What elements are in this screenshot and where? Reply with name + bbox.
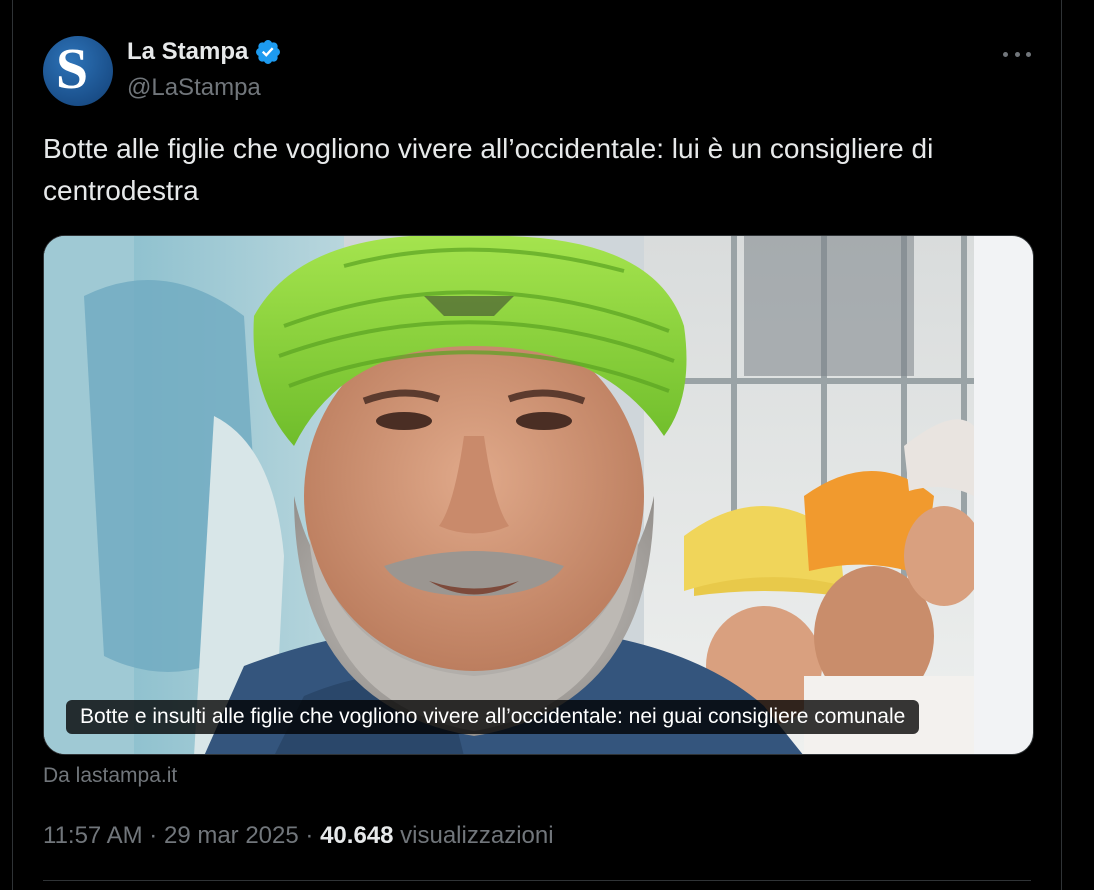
tweet-time[interactable]: 11:57 AM: [43, 822, 143, 849]
divider: [43, 880, 1031, 881]
more-dot: [1014, 51, 1020, 57]
author-name-row: La Stampa: [127, 36, 282, 68]
card-caption: Botte e insulti alle figlie che vogliono…: [66, 700, 920, 734]
meta-separator: ·: [305, 822, 314, 849]
author-display-name[interactable]: La Stampa: [127, 36, 248, 68]
avatar[interactable]: S: [43, 36, 113, 106]
author-handle[interactable]: @LaStampa: [127, 72, 261, 104]
more-dots-icon[interactable]: [1003, 44, 1031, 64]
verified-badge-icon[interactable]: [254, 38, 282, 66]
tweet-container: S La Stampa @LaStampa Botte alle figlie …: [12, 0, 1062, 890]
card-image: [44, 236, 974, 754]
views-label: visualizzazioni: [400, 822, 554, 849]
more-dot: [1026, 51, 1031, 57]
meta-separator: ·: [149, 822, 158, 849]
tweet-meta: 11:57 AM · 29 mar 2025 · 40.648 visualiz…: [43, 820, 554, 852]
card-photo-illustration: [44, 236, 974, 754]
avatar-logo-letter: S: [55, 36, 89, 101]
tweet-date[interactable]: 29 mar 2025: [164, 822, 299, 849]
tweet-text: Botte alle figlie che vogliono vivere al…: [43, 133, 934, 206]
views-count: 40.648: [320, 822, 394, 849]
link-card[interactable]: Botte e insulti alle figlie che vogliono…: [43, 235, 1034, 755]
more-dot: [1003, 51, 1008, 57]
card-source[interactable]: Da lastampa.it: [43, 762, 177, 790]
